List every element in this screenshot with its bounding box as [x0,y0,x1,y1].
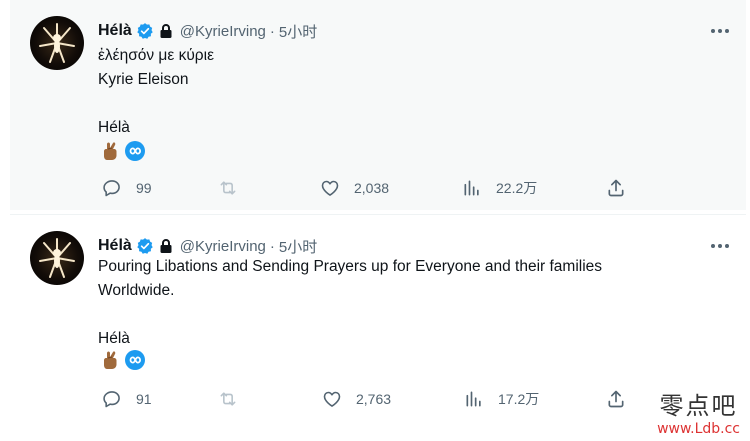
views-button[interactable]: 17.2万 [464,387,539,411]
display-name[interactable]: Hélà [98,22,132,40]
action-bar: 99 2,038 22.2万 [98,176,638,200]
emoji-row [100,349,148,371]
share-button[interactable] [606,387,640,411]
action-bar: 91 2,763 17.2万 [98,387,638,411]
reply-count: 91 [136,391,152,407]
verified-badge-icon [137,238,153,254]
view-count: 22.2万 [496,180,538,196]
reply-button[interactable]: 91 [102,387,152,411]
reply-count: 99 [136,180,152,196]
crossed-fingers-emoji [104,351,117,369]
like-button[interactable]: 2,763 [322,387,391,411]
reply-button[interactable]: 99 [102,176,152,200]
like-icon [323,391,341,407]
retweet-button[interactable] [218,176,252,200]
tweet-line: Worldwide. [98,282,175,299]
views-icon [464,180,479,196]
tweet-line: ἐλέησόν με κύριε [98,47,214,64]
share-button[interactable] [606,176,640,200]
tweet-line: Kyrie Eleison [98,71,189,88]
timestamp[interactable]: 5小时 [279,21,317,42]
reply-icon [103,180,120,197]
more-options-icon[interactable] [708,20,732,42]
display-name[interactable]: Hélà [98,237,132,255]
avatar-figure-icon [39,238,75,278]
emoji-row [100,140,148,162]
tweet-header: Hélà @KyrieIrving · 5小时 [98,235,317,257]
tweet-header: Hélà @KyrieIrving · 5小时 [98,20,317,42]
separator-dot: · [269,237,275,255]
more-options-icon[interactable] [708,235,732,257]
user-handle[interactable]: @KyrieIrving [180,238,266,255]
watermark-title: 零点吧 [659,392,738,420]
retweet-button[interactable] [218,387,252,411]
verified-badge-icon [137,23,153,39]
tweet-line: Pouring Libations and Sending Prayers up… [98,258,603,275]
lock-icon [160,239,172,253]
views-icon [466,391,481,407]
avatar[interactable] [30,231,84,285]
view-count: 17.2万 [498,391,540,407]
infinity-emoji [125,141,145,161]
avatar-figure-icon [39,23,75,63]
timestamp[interactable]: 5小时 [279,236,317,257]
tweet-line: Hélà [98,330,130,347]
like-button[interactable]: 2,038 [320,176,389,200]
watermark-url: www.Ldb.cc [657,421,740,437]
user-handle[interactable]: @KyrieIrving [180,23,266,40]
reply-icon [103,391,120,408]
lock-icon [160,24,172,38]
infinity-emoji [125,350,145,370]
like-icon [321,180,339,196]
share-icon [608,179,624,197]
separator-dot: · [269,22,275,40]
share-icon [608,390,624,408]
avatar[interactable] [30,16,84,70]
tweet-text: ἐλέησόν με κύριε Kyrie Eleison Hélà [98,44,214,140]
watermark: 零点吧 www.Ldb.cc [657,386,740,437]
crossed-fingers-emoji [104,142,117,160]
like-count: 2,038 [354,180,390,196]
tweet-line: Hélà [98,119,130,136]
tweet-card[interactable]: Hélà @KyrieIrving · 5小时 ἐλέησόν με κύριε… [10,0,746,210]
retweet-icon [220,181,236,195]
retweet-icon [220,392,236,406]
views-button[interactable]: 22.2万 [462,176,537,200]
tweet-text: Pouring Libations and Sending Prayers up… [98,255,602,351]
tweet-card[interactable]: Hélà @KyrieIrving · 5小时 Pouring Libation… [10,214,746,441]
like-count: 2,763 [356,391,392,407]
